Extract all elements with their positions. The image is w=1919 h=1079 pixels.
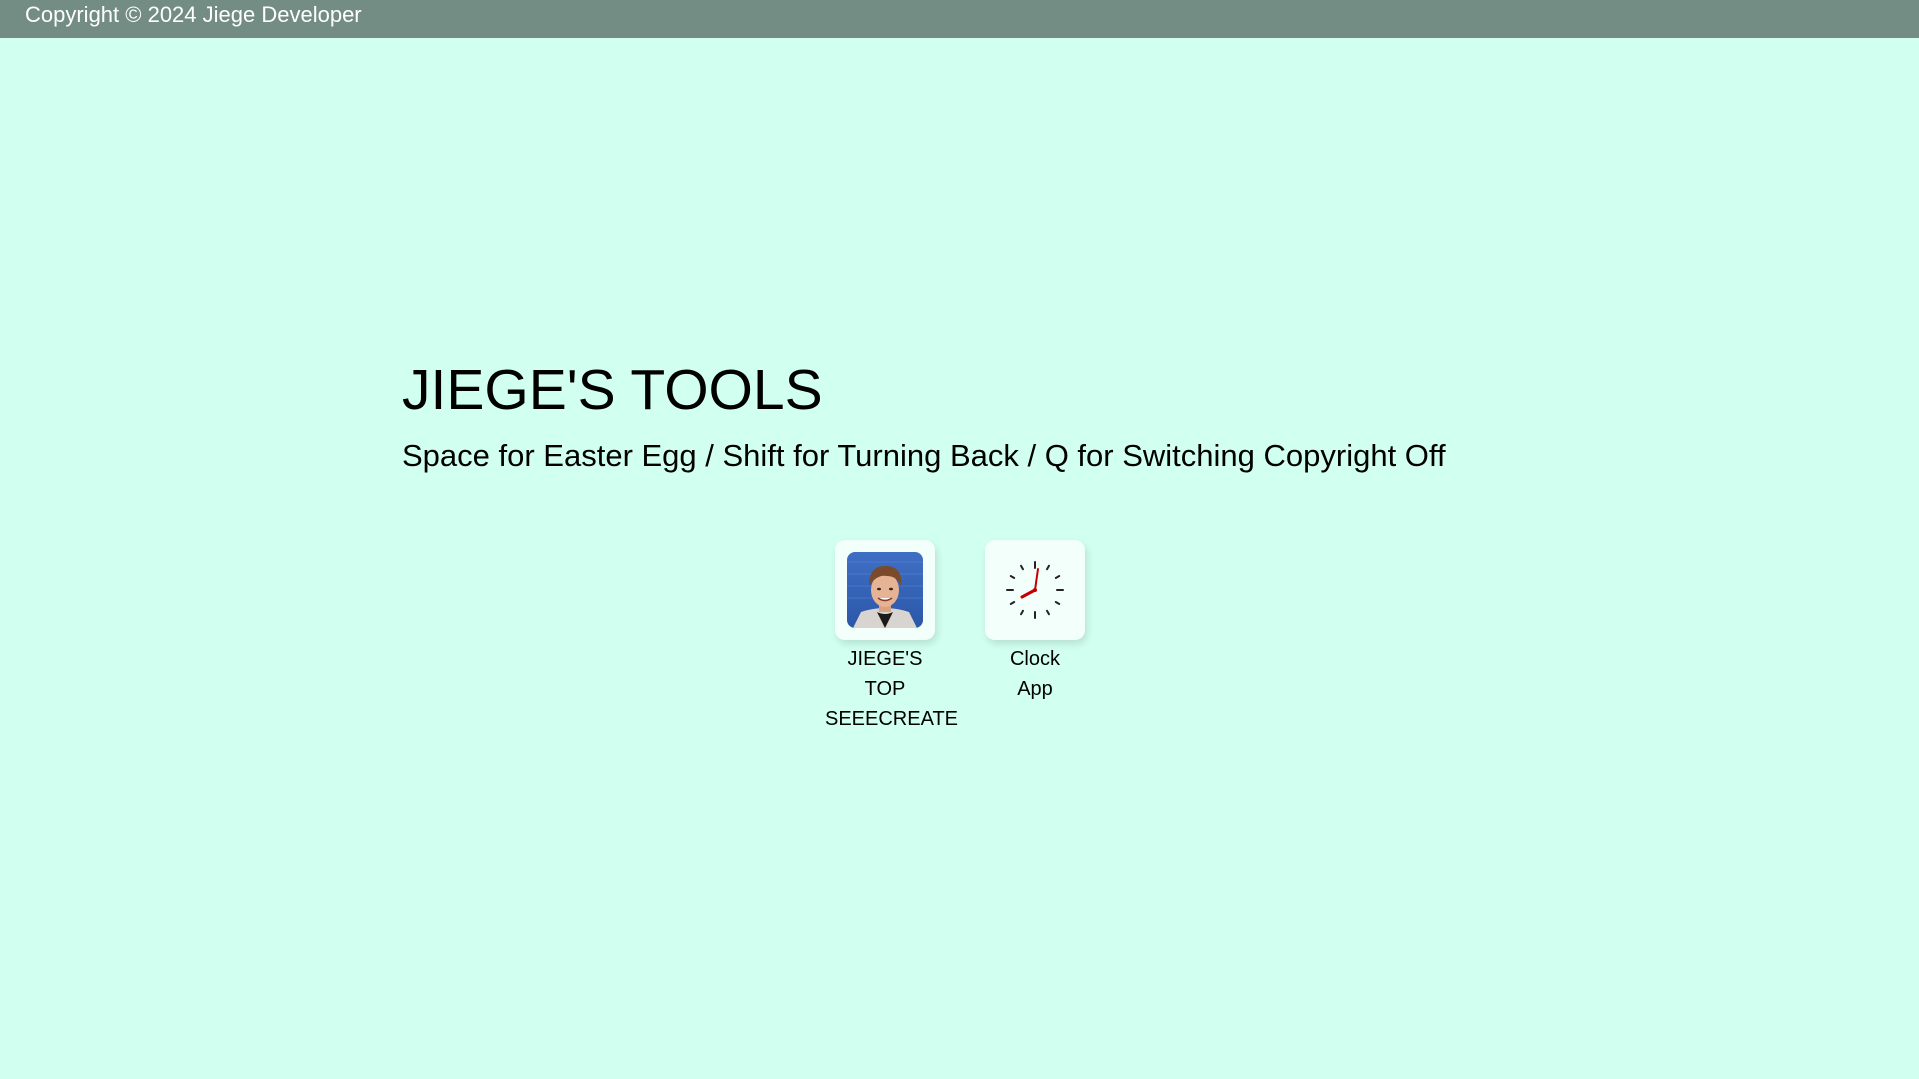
copyright-text: Copyright © 2024 Jiege Developer [25,2,362,27]
app-tile[interactable] [835,540,935,640]
page-title: JIEGE'S TOOLS [402,358,823,422]
keyboard-hints: Space for Easter Egg / Shift for Turning… [402,438,1446,473]
clock-icon [1006,561,1064,619]
app-label[interactable]: Clock App [975,644,1095,704]
person-photo-icon [847,552,923,628]
app-tile[interactable] [985,540,1085,640]
app-label[interactable]: JIEGE'S TOP SEEECREATE [825,644,958,734]
copyright-bar: Copyright © 2024 Jiege Developer [0,0,1919,38]
app-clock[interactable]: Clock App [975,540,1095,704]
app-jieges-top-seeecreate[interactable]: JIEGE'S TOP SEEECREATE [825,540,958,734]
